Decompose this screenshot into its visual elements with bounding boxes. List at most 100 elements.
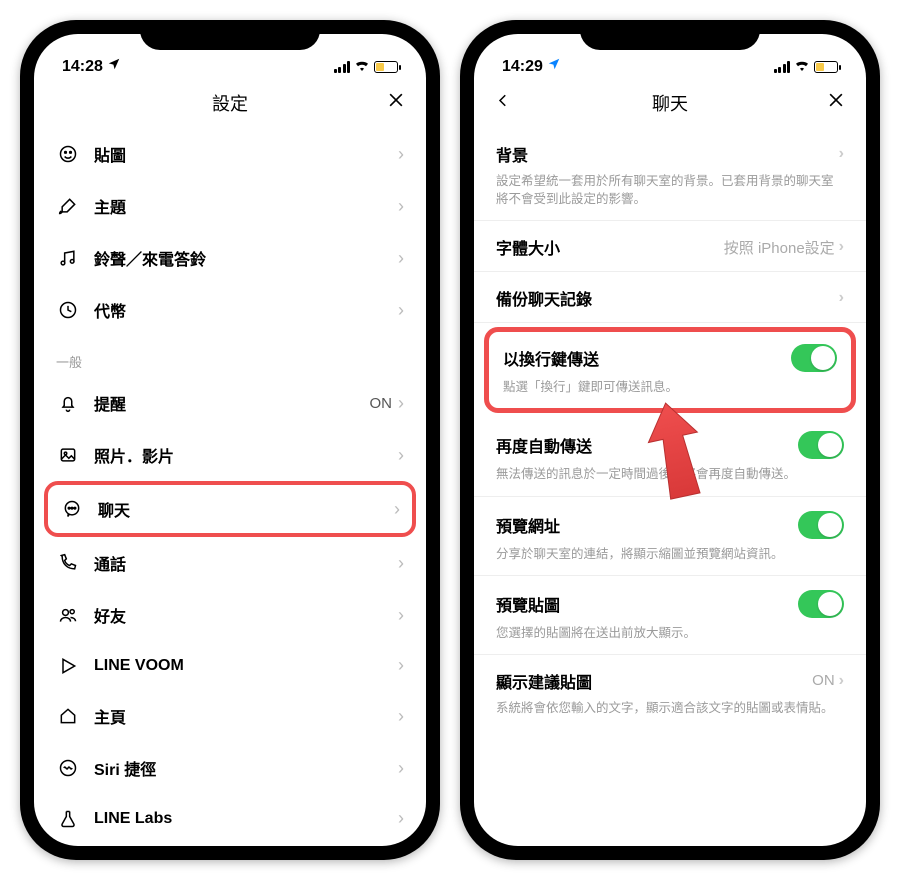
row-value: ON [370, 395, 393, 412]
toggle-auto-resend[interactable] [798, 431, 844, 459]
row-label: 好友 [94, 603, 398, 627]
page-title: 聊天 [652, 90, 688, 116]
block-auto-resend[interactable]: 再度自動傳送 無法傳送的訊息於一定時間過後，將會再度自動傳送。 [474, 417, 866, 496]
highlight-send-enter: 以換行鍵傳送 點選「換行」鍵即可傳送訊息。 [484, 327, 856, 413]
block-title-text: 再度自動傳送 [496, 433, 592, 457]
signal-icon [334, 61, 351, 73]
siri-icon [56, 758, 80, 778]
row-label: Siri 捷徑 [94, 756, 398, 780]
row-label: 主題 [94, 194, 398, 218]
home-icon [56, 706, 80, 726]
chevron-right-icon: › [398, 196, 404, 217]
row-coin[interactable]: 代幣 › [34, 284, 426, 336]
row-photo-video[interactable]: 照片．影片 › [34, 429, 426, 481]
row-label: LINE Labs [94, 810, 398, 828]
block-title-text: 以換行鍵傳送 [503, 346, 599, 370]
toggle-send-enter[interactable] [791, 344, 837, 372]
row-label: 鈴聲／來電答鈴 [94, 246, 398, 270]
block-title-text: 預覽貼圖 [496, 592, 560, 616]
block-title-text: 顯示建議貼圖 [496, 669, 592, 693]
row-label: 提醒 [94, 391, 370, 415]
block-suggest-sticker[interactable]: 顯示建議貼圖 ON › 系統將會依您輸入的文字，顯示適合該文字的貼圖或表情貼。 [474, 655, 866, 729]
row-voom[interactable]: LINE VOOM › [34, 641, 426, 690]
row-label: 聊天 [98, 497, 394, 521]
wifi-icon [354, 58, 370, 76]
chevron-right-icon: › [398, 144, 404, 165]
block-title-text: 備份聊天記錄 [496, 286, 592, 310]
row-friends[interactable]: 好友 › [34, 589, 426, 641]
clock-icon [56, 300, 80, 320]
row-chat[interactable]: 聊天 › [48, 485, 412, 533]
row-label: 通話 [94, 551, 398, 575]
block-title-text: 背景 [496, 142, 528, 166]
back-button[interactable] [494, 92, 512, 115]
toggle-preview-url[interactable] [798, 511, 844, 539]
chat-icon [60, 499, 84, 519]
block-desc: 您選擇的貼圖將在送出前放大顯示。 [496, 624, 844, 642]
chevron-right-icon: › [839, 145, 844, 163]
location-icon [547, 57, 561, 76]
row-label: 主頁 [94, 704, 398, 728]
page-title: 設定 [212, 90, 248, 116]
row-theme[interactable]: 主題 › [34, 180, 426, 232]
close-button[interactable] [826, 89, 846, 117]
block-background[interactable]: 背景 › 設定希望統一套用於所有聊天室的背景。已套用背景的聊天室將不會受到此設定… [474, 128, 866, 221]
wifi-icon [794, 58, 810, 76]
block-value: 按照 iPhone設定 [724, 237, 835, 258]
toggle-preview-sticker[interactable] [798, 590, 844, 618]
chevron-right-icon: › [398, 445, 404, 466]
block-desc: 分享於聊天室的連結，將顯示縮圖並預覽網站資訊。 [496, 545, 844, 563]
chevron-right-icon: › [398, 605, 404, 626]
battery-icon [814, 61, 838, 73]
row-home[interactable]: 主頁 › [34, 690, 426, 742]
block-preview-sticker[interactable]: 預覽貼圖 您選擇的貼圖將在送出前放大顯示。 [474, 576, 866, 655]
block-send-enter[interactable]: 以換行鍵傳送 點選「換行」鍵即可傳送訊息。 [489, 332, 851, 408]
header: 設定 [34, 78, 426, 128]
block-value: ON [812, 672, 835, 689]
chevron-right-icon: › [398, 706, 404, 727]
block-title-text: 字體大小 [496, 235, 560, 259]
block-desc: 系統將會依您輸入的文字，顯示適合該文字的貼圖或表情貼。 [496, 699, 844, 717]
row-label: LINE VOOM [94, 657, 398, 675]
block-fontsize[interactable]: 字體大小 按照 iPhone設定 › [474, 221, 866, 272]
row-calls[interactable]: 通話 › [34, 537, 426, 589]
friends-icon [56, 605, 80, 625]
chevron-right-icon: › [394, 499, 400, 520]
block-backup[interactable]: 備份聊天記錄 › [474, 272, 866, 323]
chat-settings-list: 背景 › 設定希望統一套用於所有聊天室的背景。已套用背景的聊天室將不會受到此設定… [474, 128, 866, 846]
close-button[interactable] [386, 89, 406, 117]
photo-icon [56, 445, 80, 465]
signal-icon [774, 61, 791, 73]
block-title-text: 預覽網址 [496, 513, 560, 537]
music-icon [56, 248, 80, 268]
brush-icon [56, 196, 80, 216]
row-label: 照片．影片 [94, 443, 398, 467]
block-desc: 無法傳送的訊息於一定時間過後，將會再度自動傳送。 [496, 465, 844, 483]
status-bar: 14:28 [34, 34, 426, 78]
section-general-title: 一般 [34, 336, 426, 377]
row-label: 貼圖 [94, 142, 398, 166]
block-desc: 設定希望統一套用於所有聊天室的背景。已套用背景的聊天室將不會受到此設定的影響。 [496, 172, 844, 208]
row-siri[interactable]: Siri 捷徑 › [34, 742, 426, 794]
screen-left: 14:28 設定 貼圖 [34, 34, 426, 846]
row-label: 代幣 [94, 298, 398, 322]
row-stickers[interactable]: 貼圖 › [34, 128, 426, 180]
status-time: 14:29 [502, 58, 543, 76]
block-preview-url[interactable]: 預覽網址 分享於聊天室的連結，將顯示縮圖並預覽網站資訊。 [474, 497, 866, 576]
chevron-right-icon: › [398, 553, 404, 574]
header: 聊天 [474, 78, 866, 128]
settings-list: 貼圖 › 主題 › 鈴聲／來電答鈴 › 代幣 › 一般 提醒 [34, 128, 426, 846]
chevron-right-icon: › [839, 672, 844, 690]
status-time: 14:28 [62, 58, 103, 76]
block-desc: 點選「換行」鍵即可傳送訊息。 [503, 378, 837, 396]
chevron-right-icon: › [398, 248, 404, 269]
bell-icon [56, 393, 80, 413]
phone-right: 14:29 聊天 [460, 20, 880, 860]
chevron-right-icon: › [398, 393, 404, 414]
status-bar: 14:29 [474, 34, 866, 78]
chevron-right-icon: › [398, 300, 404, 321]
chevron-right-icon: › [398, 808, 404, 829]
row-notifications[interactable]: 提醒 ON › [34, 377, 426, 429]
row-labs[interactable]: LINE Labs › [34, 794, 426, 843]
row-ringtone[interactable]: 鈴聲／來電答鈴 › [34, 232, 426, 284]
